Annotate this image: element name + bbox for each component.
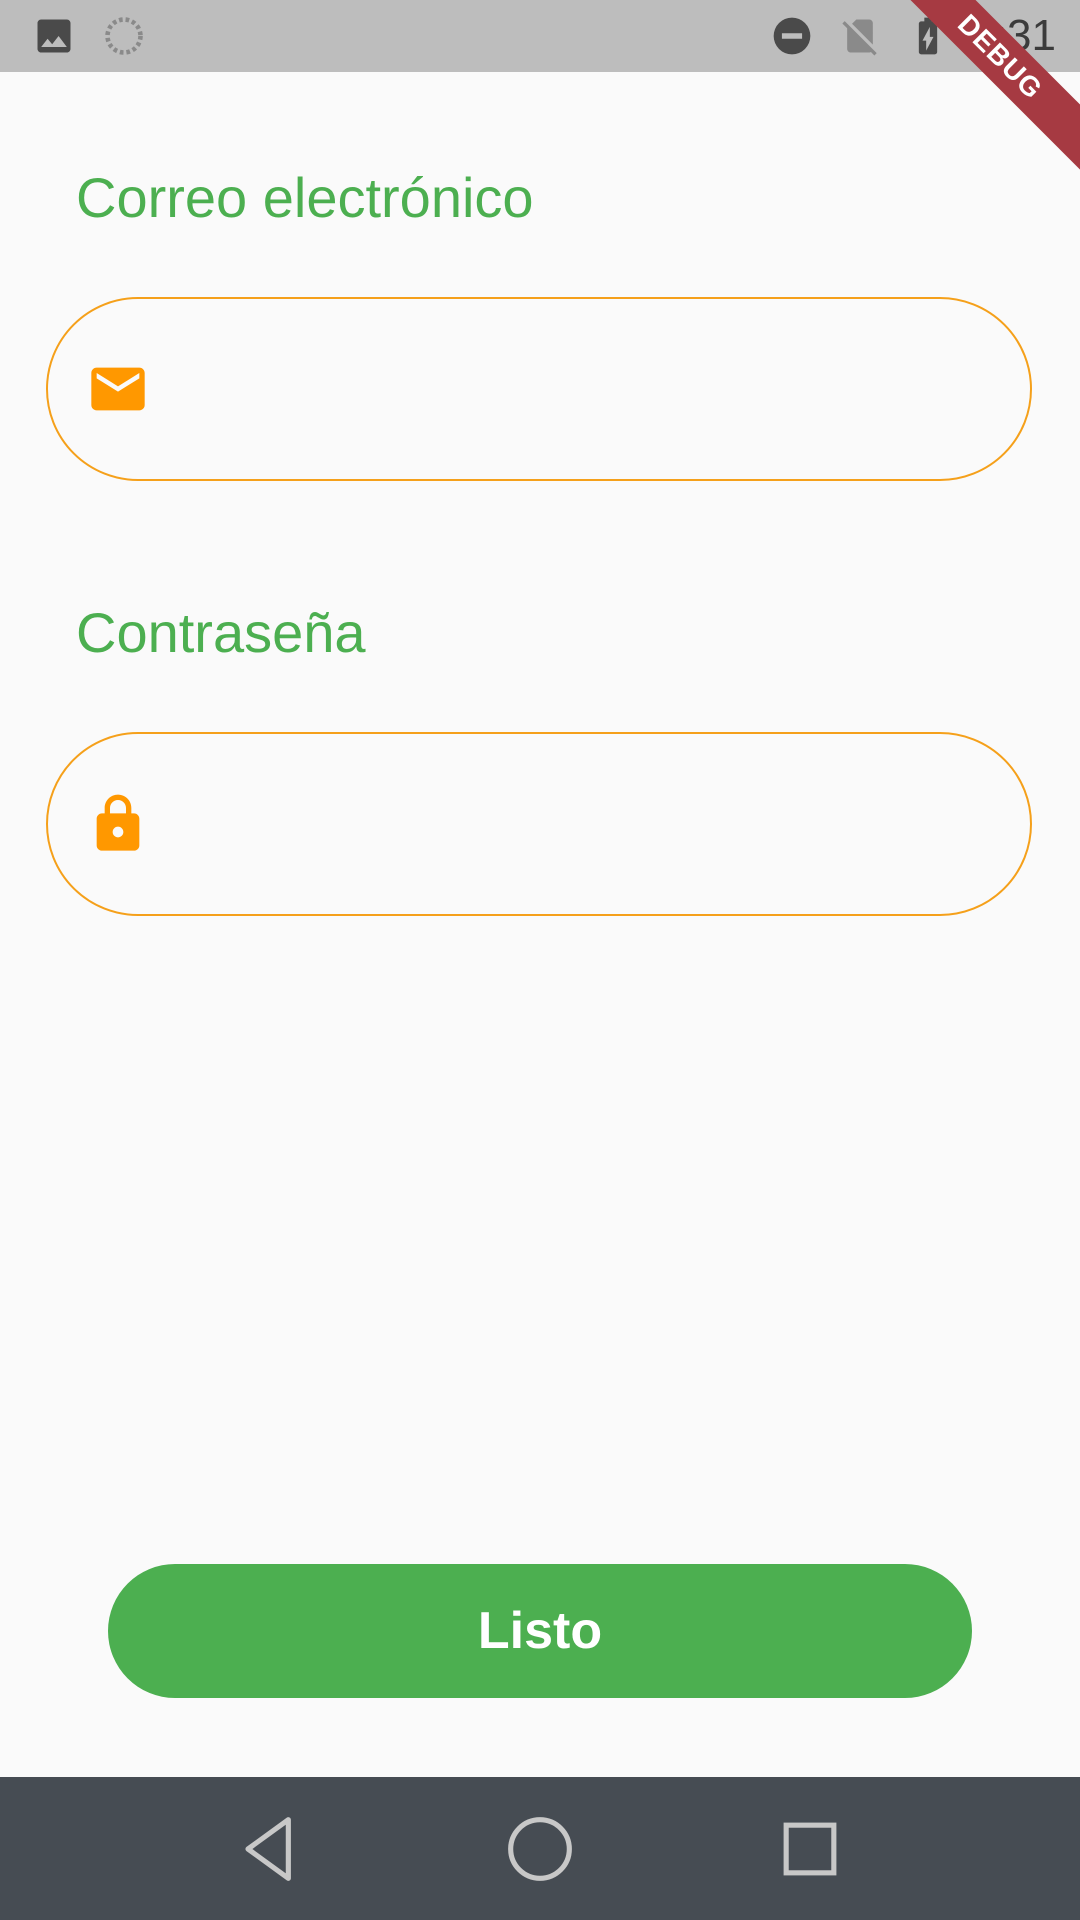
image-icon xyxy=(37,19,71,53)
password-field[interactable] xyxy=(46,732,1032,916)
email-field[interactable] xyxy=(46,297,1032,481)
lock-icon xyxy=(96,794,140,851)
do-not-disturb-icon xyxy=(773,17,811,55)
no-sim-icon xyxy=(842,19,877,56)
done-button[interactable]: Listo xyxy=(108,1564,972,1698)
mail-icon xyxy=(91,367,145,411)
recents-icon[interactable] xyxy=(766,1805,854,1893)
status-bar: 2:31 xyxy=(0,0,1080,72)
login-form: Correo electrónico Contraseña xyxy=(0,72,1080,1777)
home-icon[interactable] xyxy=(496,1805,584,1893)
password-input[interactable] xyxy=(188,791,970,857)
password-label: Contraseña xyxy=(76,601,366,664)
email-label: Correo electrónico xyxy=(76,166,534,229)
email-input[interactable] xyxy=(188,356,970,422)
back-icon[interactable] xyxy=(226,1805,314,1893)
loading-icon xyxy=(105,17,143,55)
navigation-bar xyxy=(0,1777,1080,1920)
